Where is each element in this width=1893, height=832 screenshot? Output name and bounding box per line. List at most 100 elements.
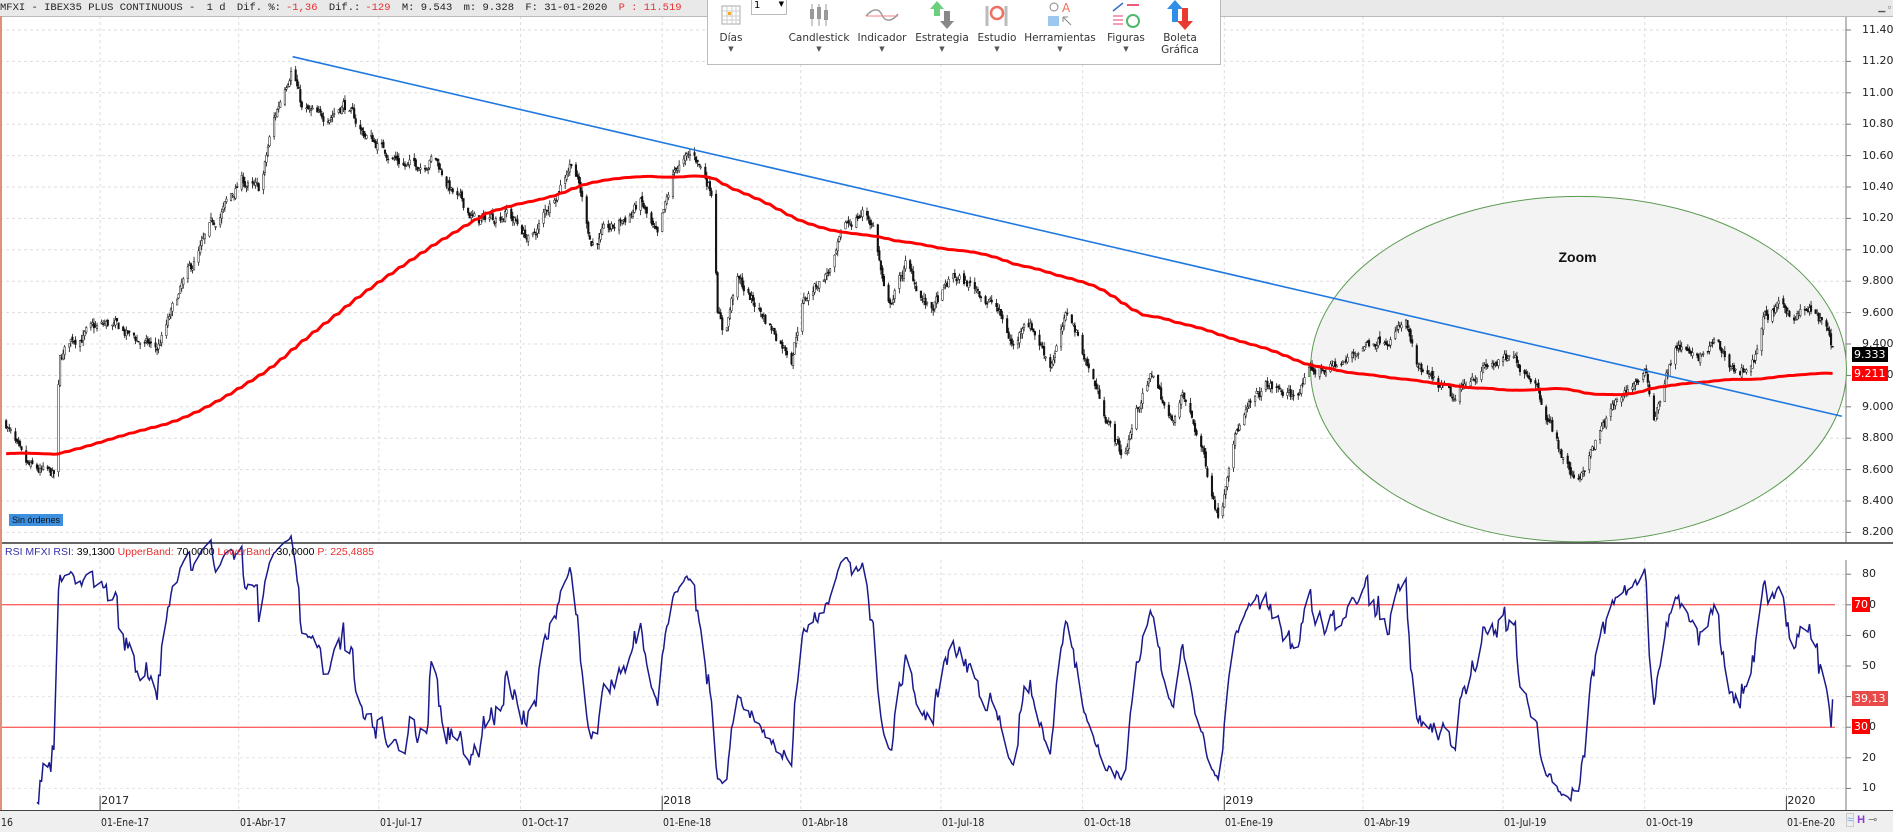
- candle-body: [730, 298, 733, 312]
- candle-body: [872, 225, 875, 227]
- x-tick-label: 01-Abr-19: [1363, 816, 1410, 829]
- candle-body: [159, 343, 162, 346]
- candle-body: [1351, 352, 1354, 359]
- indicator-button[interactable]: Indicador ▼: [856, 0, 908, 54]
- candle-body: [1754, 354, 1757, 361]
- orders-badge[interactable]: Sin órdenes: [9, 514, 64, 526]
- candle-body: [999, 308, 1003, 316]
- candle-body: [505, 209, 508, 214]
- candle-body: [1708, 345, 1711, 352]
- interval-select[interactable]: 1 ▼: [751, 0, 787, 15]
- price-tick-label: 10.600: [1862, 148, 1893, 162]
- candle-body: [1699, 353, 1702, 364]
- candle-body: [1777, 300, 1780, 305]
- candle-body: [1095, 383, 1098, 390]
- price-tick-label: 11.200: [1862, 54, 1893, 68]
- candle-body: [1525, 371, 1528, 375]
- strategy-label: Estrategia: [915, 32, 969, 44]
- candlestick-button[interactable]: Candlestick ▼: [788, 0, 850, 54]
- candle-body: [1421, 369, 1425, 372]
- candle-body: [223, 201, 226, 209]
- candle-body: [858, 216, 861, 218]
- candle-body: [624, 217, 627, 223]
- upper-band-label: UpperBand:: [117, 546, 174, 558]
- candle-body: [716, 272, 719, 313]
- tools-button[interactable]: A Herramientas ▼: [1024, 0, 1096, 54]
- candle-body: [1388, 344, 1391, 347]
- candle-body: [1195, 430, 1198, 436]
- candle-body: [1060, 328, 1063, 348]
- candle-body: [439, 168, 442, 170]
- candle-body: [1368, 340, 1371, 347]
- candle-body: [1141, 392, 1144, 404]
- order-ticket-button[interactable]: Boleta Gráfica: [1155, 0, 1205, 56]
- candle-body: [1335, 365, 1338, 368]
- chevron-down-icon: ▼: [994, 45, 1000, 53]
- candle-body: [1548, 419, 1551, 422]
- candle-body: [1075, 330, 1078, 333]
- strategy-button[interactable]: Estrategia ▼: [914, 0, 970, 54]
- candle-body: [467, 207, 470, 214]
- candle-body: [1113, 423, 1117, 442]
- candle-body: [1364, 342, 1368, 346]
- candle-body: [457, 193, 460, 196]
- candle-body: [5, 420, 8, 429]
- candle-body: [134, 336, 137, 341]
- pin-icon[interactable]: ⊸: [1868, 814, 1877, 826]
- candle-body: [436, 158, 439, 162]
- candle-body: [1572, 474, 1575, 479]
- candle-body: [1212, 495, 1215, 500]
- figures-button[interactable]: Figuras ▼: [1101, 0, 1151, 54]
- chart-canvas[interactable]: [0, 0, 1893, 831]
- candle-body: [1622, 395, 1625, 400]
- candle-body: [516, 219, 519, 225]
- candle-body: [611, 224, 614, 227]
- candle-body: [354, 118, 357, 124]
- rsi-header: RSI MFXI RSI: 39,1300 UpperBand: 70,0000…: [5, 546, 374, 558]
- window-controls[interactable]: ▁ ▫: [1878, 2, 1891, 13]
- save-icon[interactable]: H: [1857, 814, 1865, 826]
- candle-body: [425, 169, 428, 171]
- candle-body: [333, 113, 336, 115]
- price-tick-label: 11.400: [1862, 23, 1893, 36]
- candle-body: [693, 152, 696, 156]
- candle-body: [678, 164, 681, 172]
- chevron-down-icon: ▼: [1057, 45, 1063, 53]
- candle-body: [651, 220, 655, 226]
- candle-body: [1668, 364, 1671, 377]
- study-button[interactable]: Estudio ▼: [976, 0, 1018, 54]
- x-tick-label: 01-Oct-18: [1083, 816, 1131, 829]
- candle-body: [300, 101, 303, 108]
- candle-body: [95, 325, 99, 329]
- candle-body: [1545, 406, 1548, 421]
- candle-body: [1669, 362, 1672, 365]
- candle-body: [296, 79, 299, 87]
- candle-body: [1831, 345, 1834, 348]
- candle-body: [1799, 309, 1802, 316]
- candle-body: [628, 215, 631, 223]
- candle-body: [1070, 314, 1073, 324]
- candle-body: [1589, 449, 1592, 457]
- candle-body: [829, 268, 832, 273]
- candle-body: [1244, 409, 1247, 417]
- candle-body: [1180, 395, 1183, 405]
- candle-body: [1691, 352, 1694, 357]
- x-tick-label: 01-Jul-19: [1504, 816, 1547, 829]
- candle-body: [602, 223, 605, 229]
- candle-body: [383, 149, 387, 154]
- candle-body: [20, 446, 23, 450]
- dif-pct-label: Dif. %:: [236, 2, 281, 14]
- rsi-value: 39,1300: [76, 546, 115, 558]
- candle-body: [1766, 314, 1769, 320]
- candle-body: [473, 213, 476, 217]
- candle-body: [565, 174, 568, 180]
- candle-body: [1538, 389, 1542, 400]
- days-button[interactable]: Días ▼: [716, 0, 746, 54]
- candle-body: [1475, 378, 1478, 383]
- candle-body: [715, 193, 718, 274]
- price-tick-label: 10.200: [1862, 211, 1893, 225]
- wave-icon[interactable]: ≈: [1846, 813, 1855, 827]
- candle-body: [1805, 308, 1808, 311]
- candle-body: [801, 302, 804, 332]
- candle-body: [1098, 389, 1101, 399]
